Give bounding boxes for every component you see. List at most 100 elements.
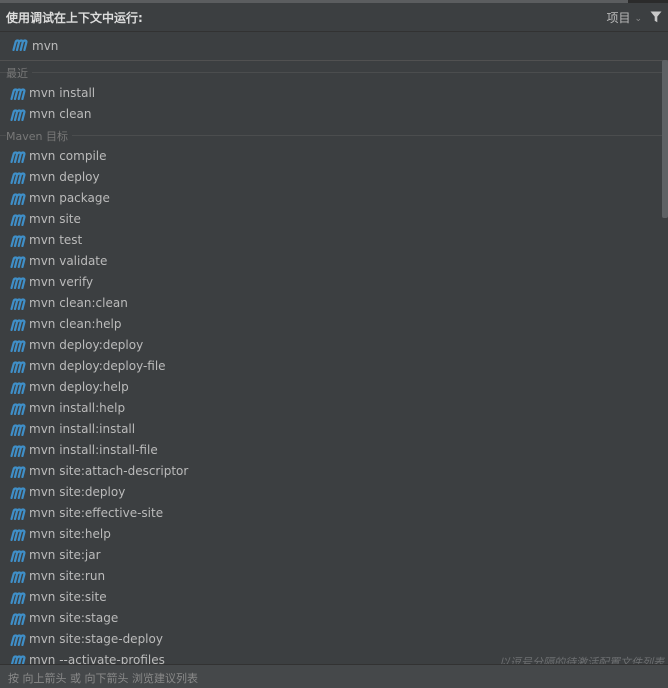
maven-icon [10, 592, 26, 604]
list-item[interactable]: mvn deploy [0, 167, 662, 188]
list-item-label: mvn verify [29, 275, 94, 289]
maven-icon [10, 466, 26, 478]
popup-header: 使用调试在上下文中运行: 项目 ⌄ [0, 3, 668, 32]
list-item-label: mvn site [29, 212, 81, 226]
list-item-label: mvn site:effective-site [29, 506, 164, 520]
list-item-label: mvn compile [29, 149, 107, 163]
recent-items: mvn install mvn clean [0, 83, 662, 125]
list-item-label: mvn install:help [29, 401, 126, 415]
maven-icon [12, 39, 28, 51]
list-item-label: mvn install [29, 86, 96, 100]
list-item-label: mvn site:site [29, 590, 107, 604]
maven-icon [10, 214, 26, 226]
list-item-label: mvn site:help [29, 527, 111, 541]
maven-icon [10, 298, 26, 310]
list-item-label: mvn site:stage-deploy [29, 632, 163, 646]
group-header-recent: 最近 [0, 62, 662, 83]
list-item[interactable]: mvn site:deploy [0, 482, 662, 503]
maven-icon [10, 340, 26, 352]
group-header-goals: Maven 目标 [0, 125, 662, 146]
list-item[interactable]: mvn compile [0, 146, 662, 167]
footer-hint: 按 向上箭头 或 向下箭头 浏览建议列表 [8, 672, 198, 685]
maven-icon [10, 319, 26, 331]
list-item-label: mvn deploy:help [29, 380, 129, 394]
list-item-label: mvn site:attach-descriptor [29, 464, 189, 478]
list-item-label: mvn deploy [29, 170, 100, 184]
maven-icon [10, 256, 26, 268]
status-footer: 按 向上箭头 或 向下箭头 浏览建议列表 [0, 664, 668, 688]
scope-label: 项目 [606, 11, 631, 25]
filter-icon[interactable] [650, 11, 662, 23]
list-item[interactable]: mvn site [0, 209, 662, 230]
list-item[interactable]: mvn site:attach-descriptor [0, 461, 662, 482]
list-item[interactable]: mvn install:help [0, 398, 662, 419]
group-title-goals: Maven 目标 [6, 128, 72, 144]
maven-icon [10, 193, 26, 205]
list-item-label: mvn package [29, 191, 110, 205]
maven-icon [10, 382, 26, 394]
list-item[interactable]: mvn site:jar [0, 545, 662, 566]
maven-icon [10, 613, 26, 625]
list-item[interactable]: mvn validate [0, 251, 662, 272]
list-item-label: mvn --activate-profiles [29, 653, 165, 664]
search-input[interactable] [32, 35, 632, 57]
list-item[interactable]: mvn site:run [0, 566, 662, 587]
maven-icon [10, 487, 26, 499]
maven-icon [10, 361, 26, 373]
maven-icon [10, 445, 26, 457]
list-item[interactable]: mvn deploy:deploy [0, 335, 662, 356]
maven-icon [10, 634, 26, 646]
run-anything-popup: 使用调试在上下文中运行: 项目⌄ 最近 mvn install mvn clean… [0, 0, 668, 688]
list-item-label: mvn clean [29, 107, 92, 121]
maven-icon [10, 529, 26, 541]
maven-icon [10, 655, 26, 664]
maven-icon [10, 277, 26, 289]
list-item[interactable]: mvn site:site [0, 587, 662, 608]
list-item[interactable]: mvn install:install-file [0, 440, 662, 461]
list-item-label: mvn deploy:deploy-file [29, 359, 166, 373]
group-divider [0, 72, 662, 73]
list-item-label: mvn site:deploy [29, 485, 126, 499]
list-item-label: mvn clean:clean [29, 296, 128, 310]
list-item[interactable]: mvn clean:help [0, 314, 662, 335]
maven-icon [10, 550, 26, 562]
maven-icon [10, 235, 26, 247]
list-item[interactable]: mvn site:stage-deploy [0, 629, 662, 650]
popup-title: 使用调试在上下文中运行: [6, 11, 143, 25]
list-item[interactable]: mvn verify [0, 272, 662, 293]
maven-icon [10, 172, 26, 184]
maven-icon [10, 403, 26, 415]
list-item-label: mvn site:run [29, 569, 106, 583]
list-item[interactable]: mvn test [0, 230, 662, 251]
list-item[interactable]: mvn install [0, 83, 662, 104]
suggestion-list: 最近 mvn install mvn clean Maven 目标 mvn com… [0, 62, 662, 664]
list-item[interactable]: mvn clean:clean [0, 293, 662, 314]
list-item[interactable]: mvn clean [0, 104, 662, 125]
list-item-label: mvn site:jar [29, 548, 101, 562]
list-item-label: mvn install:install [29, 422, 136, 436]
group-title-recent: 最近 [6, 65, 32, 81]
scrollbar-thumb[interactable] [662, 60, 668, 218]
group-divider [0, 135, 662, 136]
list-item[interactable]: mvn site:effective-site [0, 503, 662, 524]
maven-icon [10, 508, 26, 520]
list-item-label: mvn install:install-file [29, 443, 158, 457]
list-item[interactable]: mvn deploy:help [0, 377, 662, 398]
maven-icon [10, 424, 26, 436]
maven-icon [10, 571, 26, 583]
list-item-label: mvn deploy:deploy [29, 338, 144, 352]
goal-items: mvn compile mvn deploy mvn package mvn site… [0, 146, 662, 664]
list-item[interactable]: mvn install:install [0, 419, 662, 440]
maven-icon [10, 88, 26, 100]
list-item-label: mvn site:stage [29, 611, 119, 625]
list-item[interactable]: mvn site:stage [0, 608, 662, 629]
scope-dropdown[interactable]: 项目 ⌄ [606, 9, 642, 26]
list-item[interactable]: mvn deploy:deploy-file [0, 356, 662, 377]
search-row [0, 32, 668, 61]
list-item-label: mvn clean:help [29, 317, 122, 331]
list-item[interactable]: mvn package [0, 188, 662, 209]
maven-icon [10, 151, 26, 163]
list-item[interactable]: mvn site:help [0, 524, 662, 545]
list-item-label: mvn test [29, 233, 83, 247]
maven-icon [10, 109, 26, 121]
